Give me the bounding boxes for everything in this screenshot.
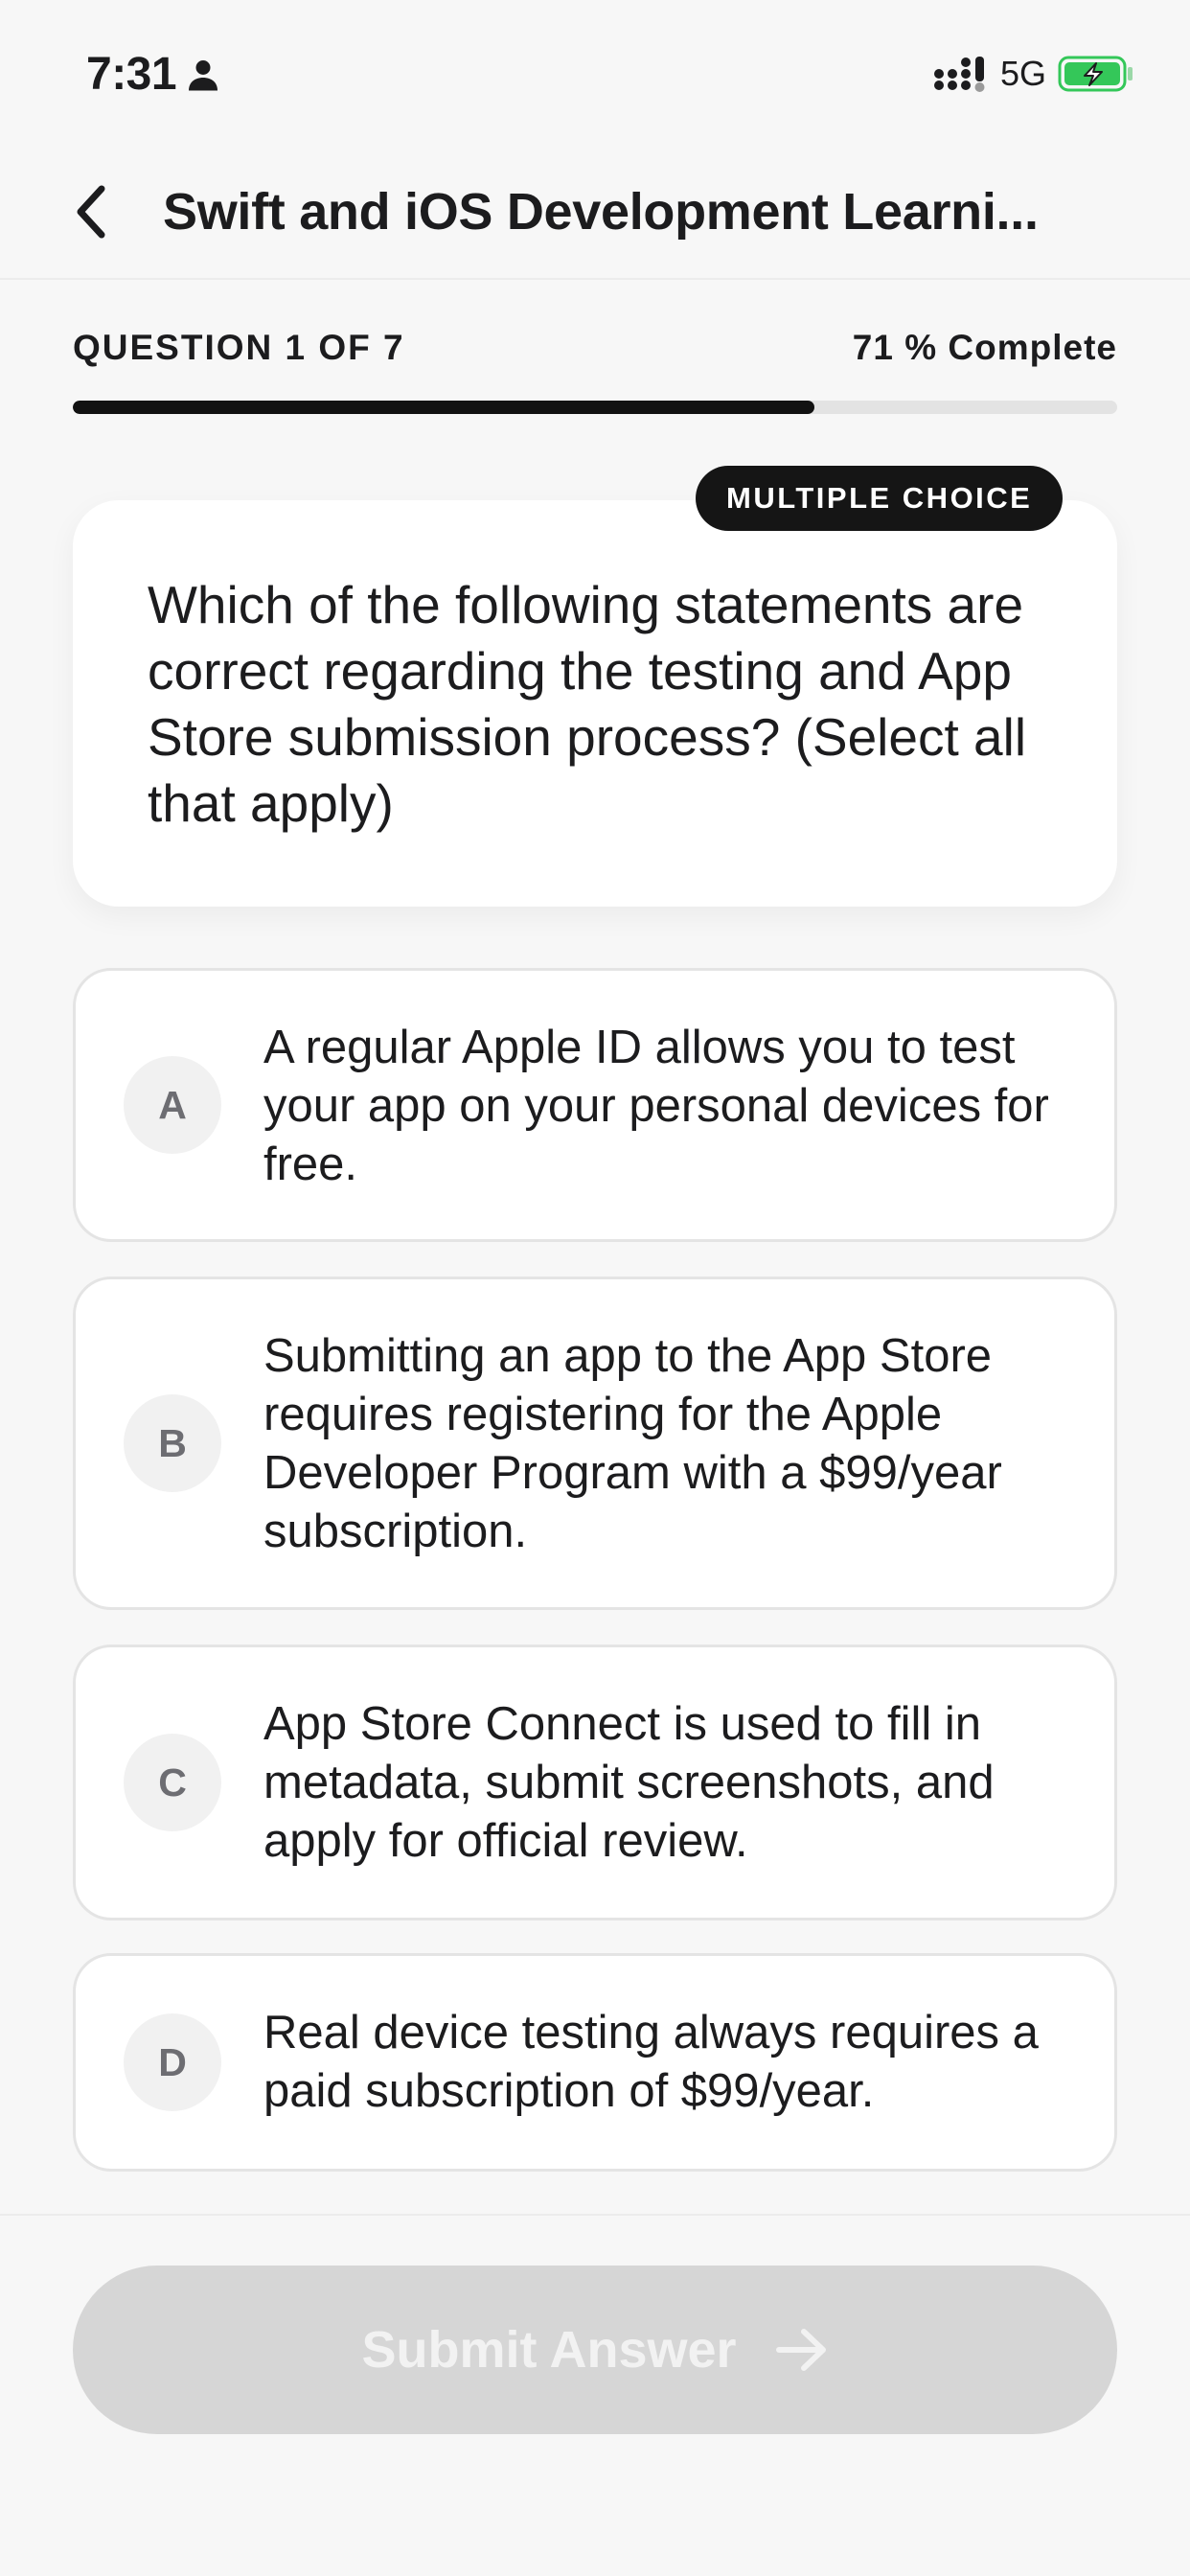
progress-fill xyxy=(73,401,814,414)
question-card: Which of the following statements are co… xyxy=(73,500,1117,907)
option-d[interactable]: D Real device testing always requires a … xyxy=(73,1953,1117,2172)
option-text: Submitting an app to the App Store requi… xyxy=(263,1330,1002,1557)
arrow-right-icon xyxy=(775,2329,826,2371)
time-label: 7:31 xyxy=(86,49,177,100)
status-time: 7:31 xyxy=(86,48,220,101)
option-c[interactable]: C App Store Connect is used to fill in m… xyxy=(73,1644,1117,1920)
signal-icon xyxy=(933,57,985,92)
progress-header: QUESTION 1 OF 7 71 % Complete xyxy=(73,328,1117,368)
network-label: 5G xyxy=(999,54,1046,93)
divider xyxy=(0,2214,1190,2216)
status-indicators: 5G xyxy=(933,54,1134,94)
progress-bar xyxy=(73,401,1117,414)
question-type-badge: MULTIPLE CHOICE xyxy=(696,466,1064,531)
complete-label: 71 % Complete xyxy=(852,328,1117,367)
back-button[interactable] xyxy=(61,180,119,243)
option-letter: A xyxy=(124,1056,221,1154)
option-a[interactable]: A A regular Apple ID allows you to test … xyxy=(73,968,1117,1242)
option-b[interactable]: B Submitting an app to the App Store req… xyxy=(73,1276,1117,1610)
option-letter: D xyxy=(124,2013,221,2111)
submit-answer-button[interactable]: Submit Answer xyxy=(73,2266,1117,2434)
option-text: App Store Connect is used to fill in met… xyxy=(263,1698,995,1867)
chevron-left-icon xyxy=(77,185,105,239)
battery-charging-icon xyxy=(1058,56,1133,92)
person-icon xyxy=(189,59,218,90)
status-bar: 7:31 5G xyxy=(0,0,1190,144)
question-counter: QUESTION 1 OF 7 xyxy=(73,328,405,367)
page-title: Swift and iOS Development Learni... xyxy=(163,183,1039,241)
submit-label: Submit Answer xyxy=(361,2321,737,2379)
option-text: A regular Apple ID allows you to test yo… xyxy=(263,1022,1049,1190)
option-text: Real device testing always requires a pa… xyxy=(263,2007,1039,2117)
nav-bar: Swift and iOS Development Learni... xyxy=(0,144,1190,280)
question-text: Which of the following statements are co… xyxy=(148,575,1027,833)
option-letter: C xyxy=(124,1734,221,1831)
option-letter: B xyxy=(124,1394,221,1492)
